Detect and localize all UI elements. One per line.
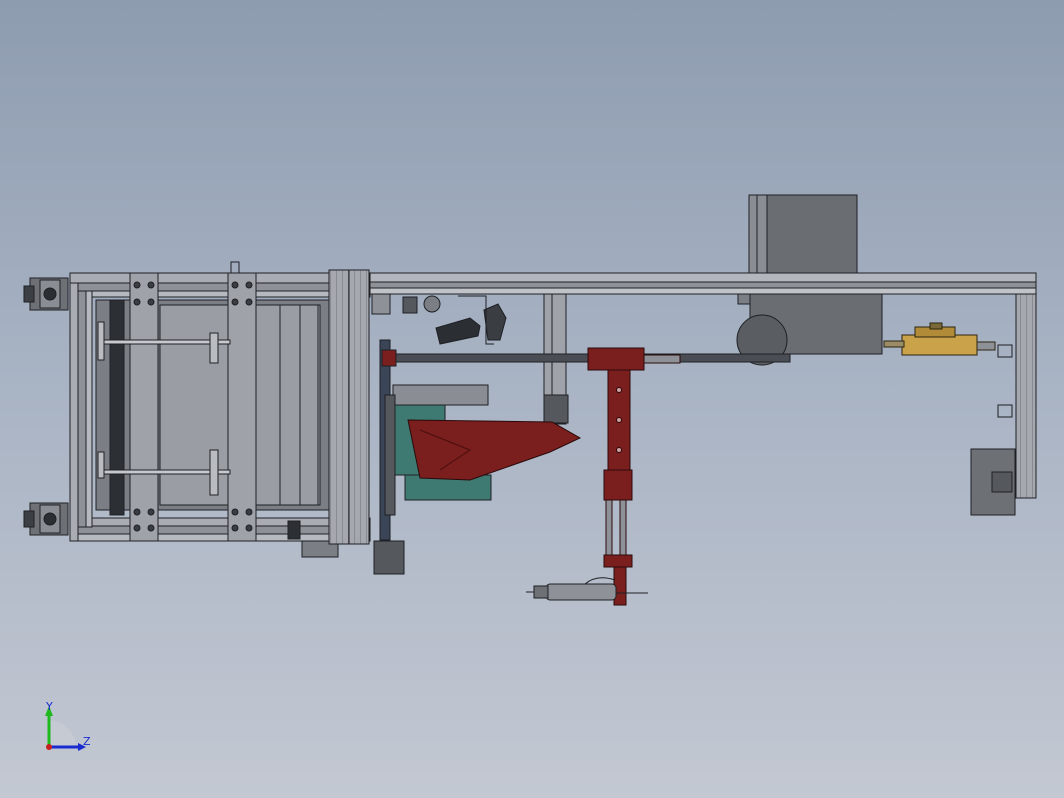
drive-shaft xyxy=(381,349,791,367)
control-cabinet xyxy=(748,194,858,274)
left-carriage-frame xyxy=(69,272,371,542)
gold-gripper-tool xyxy=(883,322,996,356)
wheel-upper xyxy=(23,277,69,311)
triad-y-label: Y xyxy=(46,700,53,713)
left-carriage-plate-2 xyxy=(227,261,257,542)
sensor-cluster xyxy=(371,293,507,345)
cad-assembly-drawing xyxy=(23,194,1037,751)
lower-right-box xyxy=(970,448,1016,516)
maroon-clamp-jaw xyxy=(407,419,582,481)
wheel-lower xyxy=(23,502,69,536)
red-manipulator-arm xyxy=(587,347,681,606)
spindle-tool xyxy=(526,577,648,601)
cad-viewport[interactable]: Y Z xyxy=(0,0,1064,798)
left-carriage-plate-1 xyxy=(129,272,159,542)
top-horizontal-beam xyxy=(369,272,1037,295)
triad-z-label: Z xyxy=(83,735,91,748)
